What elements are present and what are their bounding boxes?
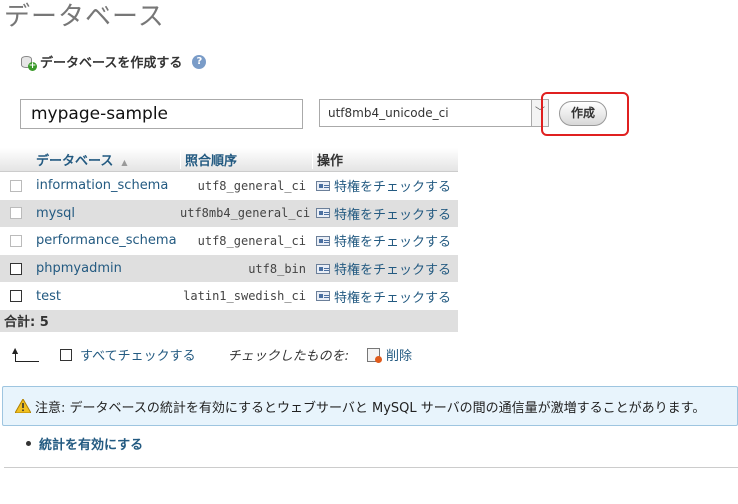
database-collation: utf8mb4_general_ci xyxy=(180,206,311,221)
table-row: mysql utf8mb4_general_ci 特権をチェックする xyxy=(0,199,458,228)
check-all-link[interactable]: すべてチェックする xyxy=(80,345,196,364)
create-database-heading: + データベースを作成する ? xyxy=(20,52,207,71)
database-name-link[interactable]: information_schema xyxy=(32,178,180,193)
row-checkbox[interactable] xyxy=(10,234,22,247)
bullet xyxy=(26,441,31,446)
bulk-actions: ▲ すべてチェックする チェックしたものを: 削除 xyxy=(12,345,412,364)
check-privileges-link[interactable]: 特権をチェックする xyxy=(312,176,458,195)
privileges-icon xyxy=(316,291,330,302)
header-database[interactable]: データベース ▲ xyxy=(32,150,180,169)
database-table: データベース ▲ 照合順序 操作 information_schema utf8_… xyxy=(0,148,458,332)
database-name-link[interactable]: performance_schema xyxy=(32,233,180,248)
help-icon[interactable]: ? xyxy=(192,54,207,69)
check-privileges-link[interactable]: 特権をチェックする xyxy=(312,231,458,250)
enable-statistics-item: 統計を有効にする xyxy=(26,434,143,453)
delete-icon[interactable] xyxy=(366,347,382,363)
header-collation[interactable]: 照合順序 xyxy=(180,150,312,169)
check-privileges-link[interactable]: 特権をチェックする xyxy=(312,287,458,306)
row-checkbox[interactable] xyxy=(10,179,22,192)
table-header: データベース ▲ 照合順序 操作 xyxy=(0,148,458,172)
create-button[interactable]: 作成 xyxy=(559,101,607,126)
privileges-icon xyxy=(316,263,330,274)
privileges-icon xyxy=(316,208,330,219)
privileges-icon xyxy=(316,180,330,191)
table-total: 合計: 5 xyxy=(0,309,458,332)
collation-select[interactable]: utf8mb4_unicode_ci ﹀ xyxy=(319,99,549,127)
database-name-link[interactable]: mysql xyxy=(32,206,180,221)
database-collation: utf8_bin xyxy=(248,261,306,276)
database-collation: utf8_general_ci xyxy=(197,178,306,193)
arrow-up-icon: ▲ xyxy=(12,346,42,363)
statistics-notice: 注意: データベースの統計を有効にするとウェブサーバと MySQL サーバの間の… xyxy=(2,386,738,426)
check-all-checkbox[interactable] xyxy=(60,348,72,361)
database-add-icon: + xyxy=(20,54,37,71)
database-name-link[interactable]: phpmyadmin xyxy=(32,261,180,276)
database-name-link[interactable]: test xyxy=(32,289,180,304)
database-collation: utf8_general_ci xyxy=(197,233,306,248)
create-database-heading-label: データベースを作成する xyxy=(40,56,183,71)
table-row: performance_schema utf8_general_ci 特権をチェ… xyxy=(0,227,458,255)
table-row: information_schema utf8_general_ci 特権をチェ… xyxy=(0,172,458,200)
delete-link[interactable]: 削除 xyxy=(386,345,412,364)
row-checkbox[interactable] xyxy=(10,262,22,275)
table-row: test latin1_swedish_ci 特権をチェックする xyxy=(0,282,458,310)
check-privileges-link[interactable]: 特権をチェックする xyxy=(312,259,458,278)
with-selected-label: チェックしたものを: xyxy=(227,349,349,364)
sort-asc-icon: ▲ xyxy=(121,158,128,167)
check-privileges-link[interactable]: 特権をチェックする xyxy=(312,204,458,223)
collation-select-value: utf8mb4_unicode_ci xyxy=(328,106,449,120)
row-checkbox[interactable] xyxy=(10,290,22,303)
notice-text: 注意: データベースの統計を有効にするとウェブサーバと MySQL サーバの間の… xyxy=(35,400,706,416)
enable-statistics-link[interactable]: 統計を有効にする xyxy=(39,434,143,453)
privileges-icon xyxy=(316,235,330,246)
database-collation: latin1_swedish_ci xyxy=(183,289,306,304)
database-name-input[interactable] xyxy=(20,99,303,129)
row-checkbox[interactable] xyxy=(10,207,22,220)
divider xyxy=(4,467,738,468)
header-action: 操作 xyxy=(312,150,458,169)
warning-icon xyxy=(15,399,31,413)
table-row: phpmyadmin utf8_bin 特権をチェックする xyxy=(0,254,458,283)
page-title: データベース xyxy=(4,2,165,32)
